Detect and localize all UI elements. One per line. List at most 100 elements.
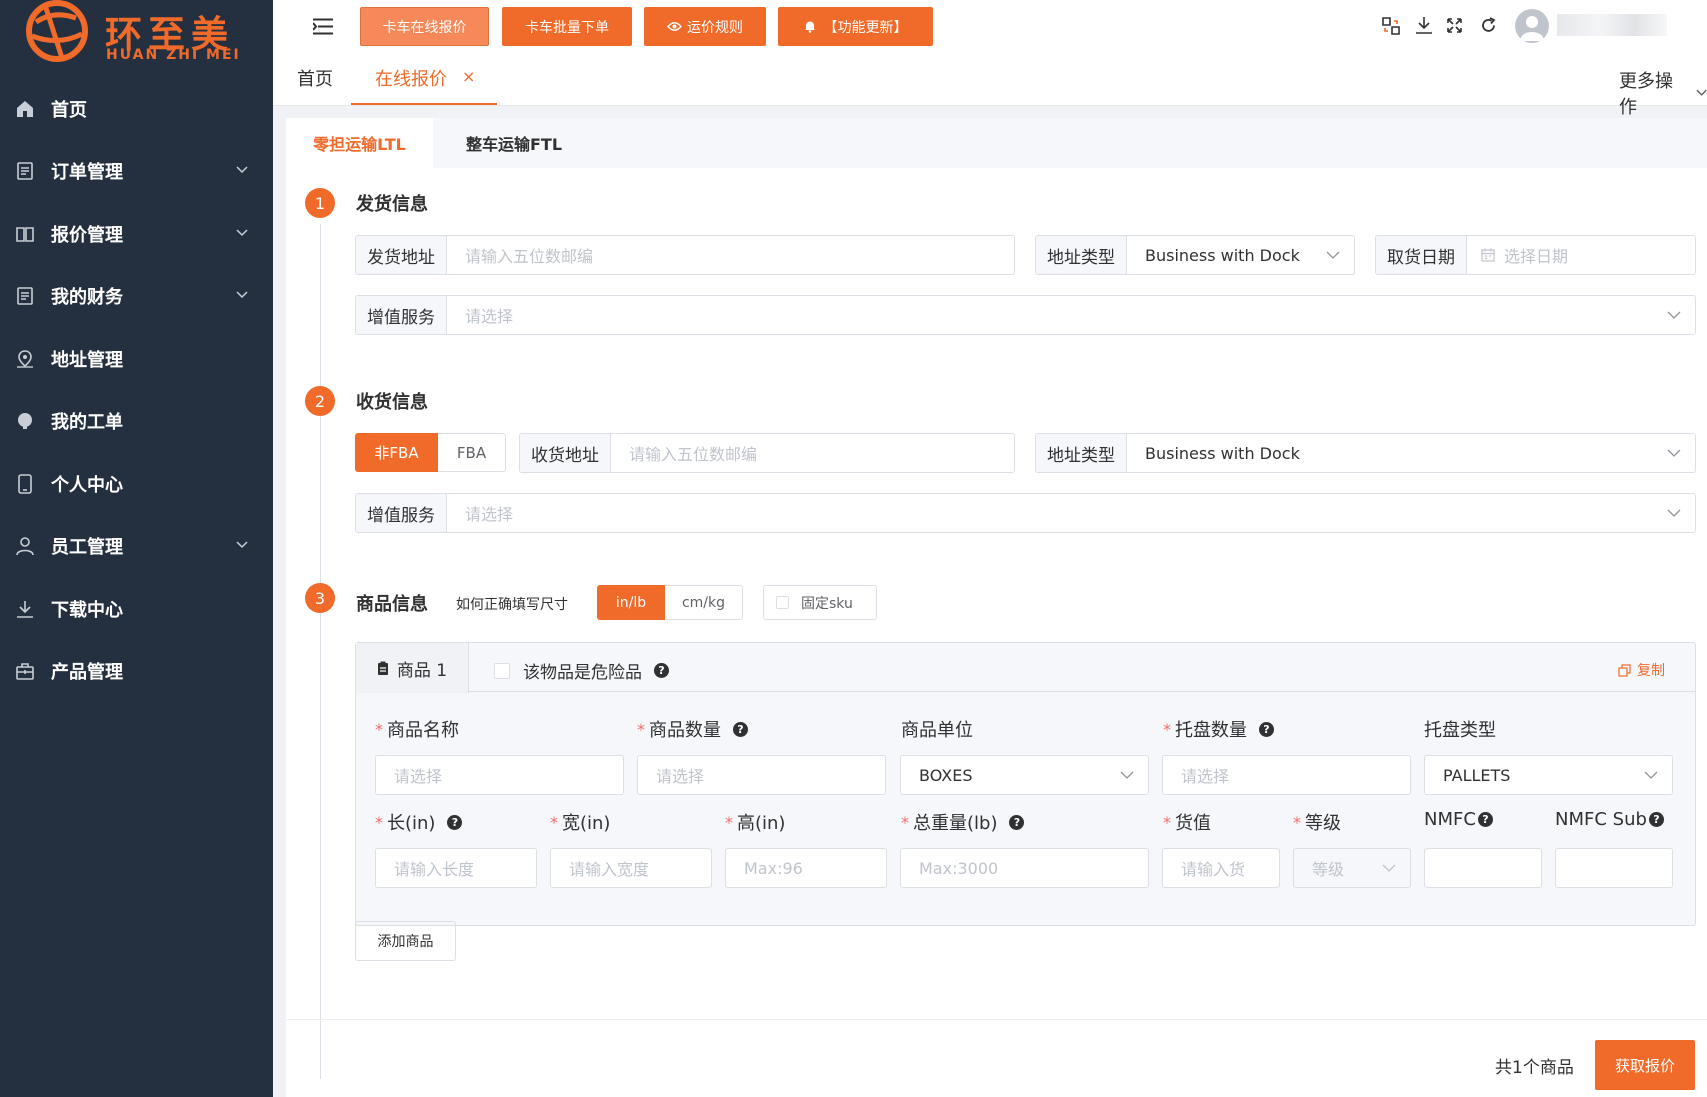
length-input[interactable]: 请输入长度: [375, 848, 537, 888]
online-quote-button[interactable]: 卡车在线报价: [360, 7, 489, 46]
refresh-icon[interactable]: [1480, 17, 1497, 34]
consignee-service-placeholder: 请选择: [465, 505, 514, 524]
pallet-type-select[interactable]: PALLETS: [1424, 755, 1673, 795]
rules-button[interactable]: 运价规则: [644, 7, 766, 46]
tab-ltl[interactable]: 零担运输LTL: [286, 118, 433, 168]
shipper-addr-type-select[interactable]: 地址类型 Business with Dock: [1035, 235, 1355, 275]
shipper-service-select[interactable]: 增值服务 请选择: [355, 295, 1696, 335]
location-icon: [17, 350, 33, 368]
add-goods-button[interactable]: 添加商品: [355, 921, 456, 961]
help-icon[interactable]: ?: [447, 814, 463, 830]
pallet-qty-label: * 托盘数量?: [1163, 716, 1274, 742]
step-line: [320, 619, 321, 1079]
logo-globe-icon: [26, 0, 88, 62]
unit-cmkg-toggle[interactable]: cm/kg: [665, 585, 743, 620]
unit-inlb-toggle[interactable]: in/lb: [597, 585, 665, 620]
class-label: * 等级: [1293, 809, 1341, 835]
sidebar-item-products[interactable]: 产品管理: [0, 640, 273, 702]
shipper-service-label: 增值服务: [356, 296, 447, 334]
consignee-addr-type-value[interactable]: Business with Dock: [1127, 434, 1695, 472]
shipper-address-field[interactable]: 发货地址 请输入五位数邮编: [355, 235, 1015, 275]
pickup-date-input[interactable]: 选择日期: [1467, 236, 1695, 274]
nmfc-label: NMFC?: [1424, 809, 1493, 830]
tab-home[interactable]: 首页: [297, 65, 333, 91]
weight-input[interactable]: Max:3000: [900, 848, 1149, 888]
main-content: 零担运输LTL 整车运输FTL 1 发货信息 发货地址 请输入五位数邮编 地址类…: [286, 118, 1707, 1097]
sidebar-item-downloads[interactable]: 下载中心: [0, 578, 273, 640]
value-input[interactable]: 请输入货: [1162, 848, 1280, 888]
goods-unit-label-text: 商品单位: [901, 720, 973, 741]
download-icon[interactable]: [1415, 16, 1433, 35]
chevron-down-icon: [236, 229, 248, 237]
fba-toggle[interactable]: FBA: [438, 433, 506, 472]
sidebar-item-label: 个人中心: [51, 475, 123, 496]
sidebar-item-label: 员工管理: [51, 537, 123, 558]
class-select[interactable]: 等级: [1293, 848, 1411, 888]
help-icon[interactable]: ?: [733, 721, 748, 737]
shipper-address-input[interactable]: 请输入五位数邮编: [447, 236, 1014, 274]
goods-name-input[interactable]: 请选择: [375, 755, 624, 795]
chevron-down-icon: [236, 541, 248, 549]
get-quote-button[interactable]: 获取报价: [1595, 1040, 1695, 1090]
pallet-qty-input[interactable]: 请选择: [1162, 755, 1411, 795]
eye-icon: [667, 22, 682, 31]
goods-section-title: 商品信息: [356, 594, 428, 615]
goods-qty-input[interactable]: 请选择: [637, 755, 886, 795]
sidebar-item-home[interactable]: 首页: [0, 78, 273, 140]
help-icon[interactable]: ?: [1477, 812, 1493, 827]
goods-unit-label: 商品单位: [901, 716, 973, 742]
non-fba-toggle[interactable]: 非FBA: [355, 433, 438, 472]
tablet-icon: [18, 474, 32, 494]
hazard-checkbox[interactable]: 该物品是危险品 ?: [494, 658, 669, 683]
height-input[interactable]: Max:96: [725, 848, 887, 888]
nmfc-sub-label: NMFC Sub?: [1555, 809, 1664, 830]
fixed-sku-checkbox[interactable]: 固定sku: [763, 585, 877, 620]
goods-item-tab[interactable]: 商品 1: [356, 643, 469, 693]
pickup-date-field[interactable]: 取货日期 选择日期: [1375, 235, 1696, 275]
consignee-service-input[interactable]: 请选择: [447, 494, 1695, 532]
sidebar-item-profile[interactable]: 个人中心: [0, 453, 273, 515]
sidebar-item-staff[interactable]: 员工管理: [0, 515, 273, 577]
goods-unit-select[interactable]: BOXES: [900, 755, 1149, 795]
consignee-address-input[interactable]: 请输入五位数邮编: [611, 434, 1014, 472]
width-input[interactable]: 请输入宽度: [550, 848, 712, 888]
sidebar-item-orders[interactable]: 订单管理: [0, 140, 273, 202]
sidebar-item-finance[interactable]: 我的财务: [0, 265, 273, 327]
consignee-addr-type-select[interactable]: 地址类型 Business with Dock: [1035, 433, 1696, 473]
sidebar-item-tickets[interactable]: 我的工单: [0, 390, 273, 452]
batch-order-button[interactable]: 卡车批量下单: [502, 7, 632, 46]
shipper-service-input[interactable]: 请选择: [447, 296, 1695, 334]
updates-button[interactable]: 【功能更新】: [778, 7, 933, 46]
download-icon: [17, 601, 33, 618]
more-actions-dropdown[interactable]: 更多操作: [1619, 67, 1707, 119]
menu-fold-icon[interactable]: [313, 18, 333, 35]
goods-name-label-text: 商品名称: [387, 720, 459, 741]
tab-online-quote[interactable]: 在线报价 ×: [351, 52, 497, 105]
avatar[interactable]: [1515, 9, 1549, 43]
help-icon[interactable]: ?: [1648, 812, 1664, 827]
logo: 环至美 HUAN ZHI MEI: [0, 0, 273, 70]
close-icon[interactable]: ×: [462, 67, 475, 86]
copy-button[interactable]: 复制: [1618, 660, 1665, 680]
consignee-address-field[interactable]: 收货地址 请输入五位数邮编: [519, 433, 1015, 473]
sidebar-item-quotes[interactable]: 报价管理: [0, 203, 273, 265]
consignee-service-select[interactable]: 增值服务 请选择: [355, 493, 1696, 533]
updates-button-label: 【功能更新】: [823, 19, 908, 36]
bag-icon: [16, 663, 34, 680]
sidebar-item-address[interactable]: 地址管理: [0, 328, 273, 390]
tab-ftl[interactable]: 整车运输FTL: [433, 118, 595, 168]
logo-subtitle: HUAN ZHI MEI: [106, 47, 241, 63]
shipper-addr-type-value[interactable]: Business with Dock: [1127, 236, 1354, 274]
nmfc-input[interactable]: [1424, 848, 1542, 888]
size-help-link[interactable]: 如何正确填写尺寸: [456, 594, 568, 614]
help-icon[interactable]: ?: [1259, 721, 1274, 737]
consignee-addr-type-text: Business with Dock: [1145, 443, 1300, 463]
chevron-down-icon: [1326, 251, 1340, 259]
help-icon[interactable]: ?: [1009, 814, 1025, 830]
pallet-type-label: 托盘类型: [1424, 716, 1496, 742]
nmfc-sub-input[interactable]: [1555, 848, 1673, 888]
help-icon[interactable]: ?: [654, 663, 669, 678]
translate-icon[interactable]: [1381, 16, 1401, 36]
fullscreen-icon[interactable]: [1447, 18, 1462, 33]
sidebar: 环至美 HUAN ZHI MEI 首页 订单管理 报价管理 我的财务 地址管理 …: [0, 0, 273, 1097]
